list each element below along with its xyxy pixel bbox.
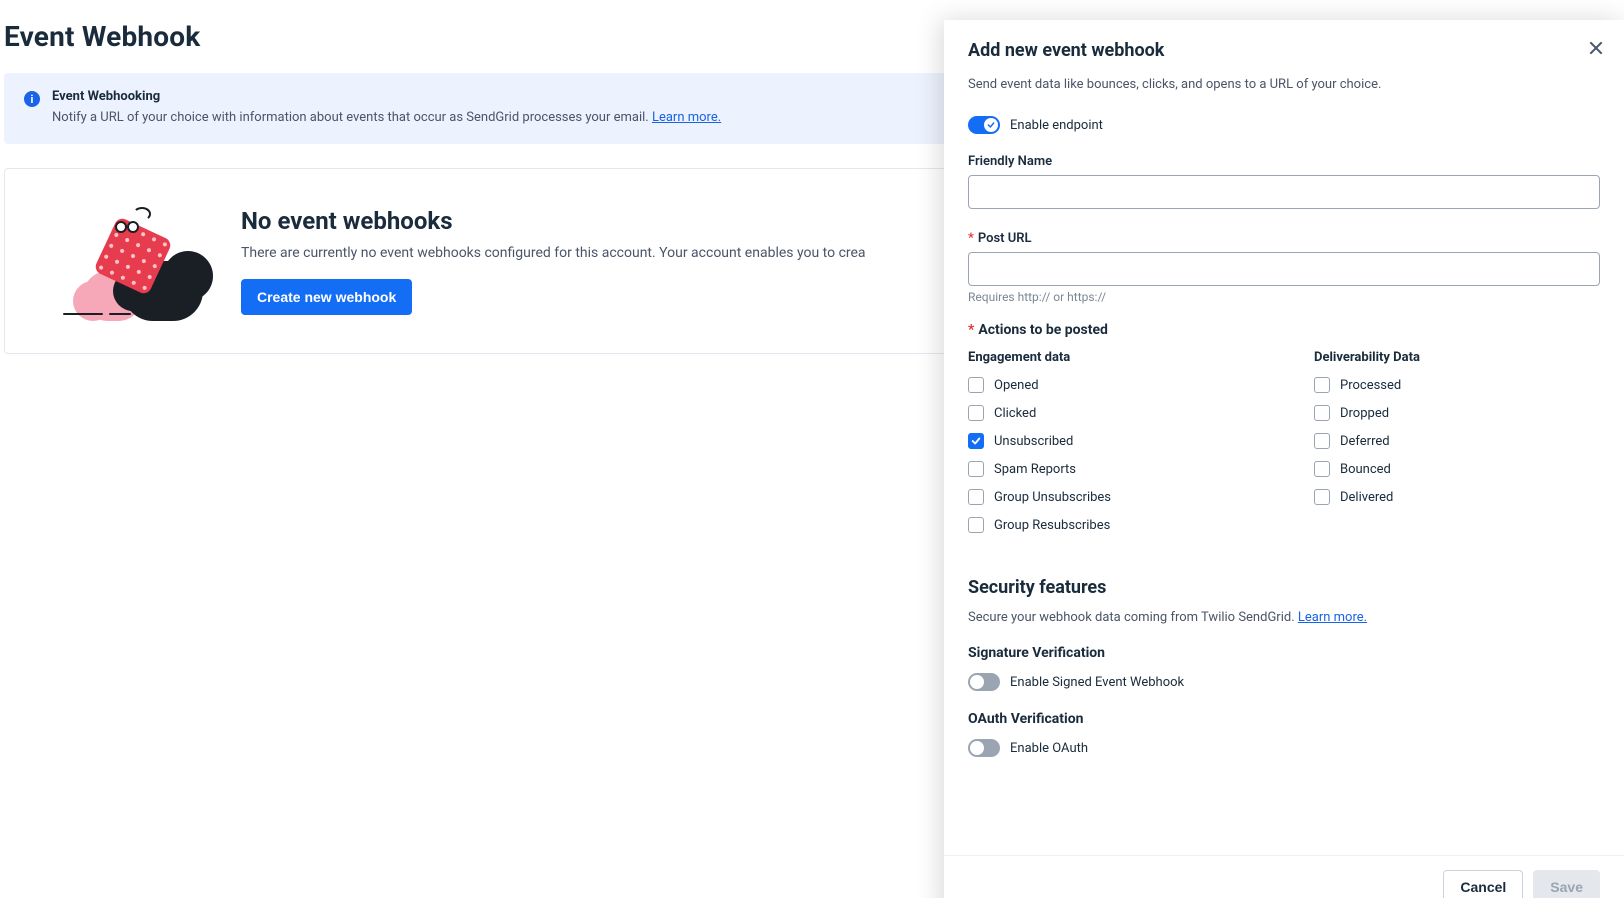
- checkbox-label: Group Resubscribes: [994, 518, 1110, 533]
- checkbox-label: Dropped: [1340, 406, 1389, 421]
- checkbox-label: Deferred: [1340, 434, 1390, 449]
- checkbox-label: Bounced: [1340, 462, 1391, 477]
- checkbox-icon: [968, 405, 984, 421]
- checkbox-label: Opened: [994, 378, 1039, 393]
- empty-illustration: [33, 201, 213, 321]
- checkbox-label: Clicked: [994, 406, 1036, 421]
- checkbox-group-resubscribes[interactable]: Group Resubscribes: [968, 517, 1254, 533]
- actions-section-label: *Actions to be posted: [968, 322, 1600, 338]
- close-icon[interactable]: [1586, 38, 1606, 58]
- deliverability-heading: Deliverability Data: [1314, 350, 1600, 365]
- checkbox-icon: [968, 433, 984, 449]
- banner-title: Event Webhooking: [52, 89, 721, 104]
- checkbox-icon: [968, 517, 984, 533]
- post-url-helper: Requires http:// or https://: [968, 290, 1600, 304]
- friendly-name-input[interactable]: [968, 175, 1600, 209]
- checkbox-icon: [1314, 405, 1330, 421]
- save-button[interactable]: Save: [1533, 870, 1600, 898]
- checkbox-unsubscribed[interactable]: Unsubscribed: [968, 433, 1254, 449]
- banner-text: Notify a URL of your choice with informa…: [52, 110, 652, 125]
- checkbox-dropped[interactable]: Dropped: [1314, 405, 1600, 421]
- checkbox-label: Processed: [1340, 378, 1401, 393]
- info-icon: i: [24, 91, 40, 107]
- security-text: Secure your webhook data coming from Twi…: [968, 610, 1298, 625]
- checkbox-delivered[interactable]: Delivered: [1314, 489, 1600, 505]
- checkbox-label: Unsubscribed: [994, 434, 1073, 449]
- signature-toggle[interactable]: [968, 673, 1000, 691]
- checkbox-bounced[interactable]: Bounced: [1314, 461, 1600, 477]
- checkbox-group-unsubscribes[interactable]: Group Unsubscribes: [968, 489, 1254, 505]
- checkbox-icon: [968, 489, 984, 505]
- drawer-subtitle: Send event data like bounces, clicks, an…: [968, 77, 1600, 92]
- create-new-webhook-button[interactable]: Create new webhook: [241, 279, 412, 315]
- friendly-name-label: Friendly Name: [968, 154, 1600, 169]
- checkbox-deferred[interactable]: Deferred: [1314, 433, 1600, 449]
- checkbox-icon: [1314, 489, 1330, 505]
- post-url-input[interactable]: [968, 252, 1600, 286]
- add-webhook-drawer: Add new event webhook Send event data li…: [944, 20, 1624, 898]
- checkbox-icon: [1314, 461, 1330, 477]
- deliverability-column: Deliverability Data Processed Dropped De…: [1314, 350, 1600, 545]
- checkbox-spam-reports[interactable]: Spam Reports: [968, 461, 1254, 477]
- engagement-column: Engagement data Opened Clicked Unsubscri…: [968, 350, 1254, 545]
- enable-endpoint-toggle[interactable]: [968, 116, 1000, 134]
- checkbox-opened[interactable]: Opened: [968, 377, 1254, 393]
- checkbox-label: Delivered: [1340, 490, 1393, 505]
- checkbox-icon: [1314, 433, 1330, 449]
- signature-toggle-label: Enable Signed Event Webhook: [1010, 675, 1184, 690]
- checkbox-label: Group Unsubscribes: [994, 490, 1111, 505]
- drawer-title: Add new event webhook: [968, 40, 1600, 61]
- signature-heading: Signature Verification: [968, 645, 1600, 661]
- checkbox-icon: [968, 461, 984, 477]
- checkbox-label: Spam Reports: [994, 462, 1076, 477]
- checkbox-processed[interactable]: Processed: [1314, 377, 1600, 393]
- banner-learn-more-link[interactable]: Learn more.: [652, 110, 721, 125]
- checkbox-clicked[interactable]: Clicked: [968, 405, 1254, 421]
- cancel-button[interactable]: Cancel: [1443, 870, 1523, 898]
- oauth-toggle[interactable]: [968, 739, 1000, 757]
- checkbox-icon: [1314, 377, 1330, 393]
- checkbox-icon: [968, 377, 984, 393]
- engagement-heading: Engagement data: [968, 350, 1254, 365]
- drawer-footer: Cancel Save: [944, 855, 1624, 898]
- security-title: Security features: [968, 577, 1600, 598]
- enable-endpoint-label: Enable endpoint: [1010, 118, 1103, 133]
- oauth-heading: OAuth Verification: [968, 711, 1600, 727]
- security-learn-more-link[interactable]: Learn more.: [1298, 610, 1367, 625]
- oauth-toggle-label: Enable OAuth: [1010, 741, 1088, 756]
- post-url-label: *Post URL: [968, 231, 1600, 246]
